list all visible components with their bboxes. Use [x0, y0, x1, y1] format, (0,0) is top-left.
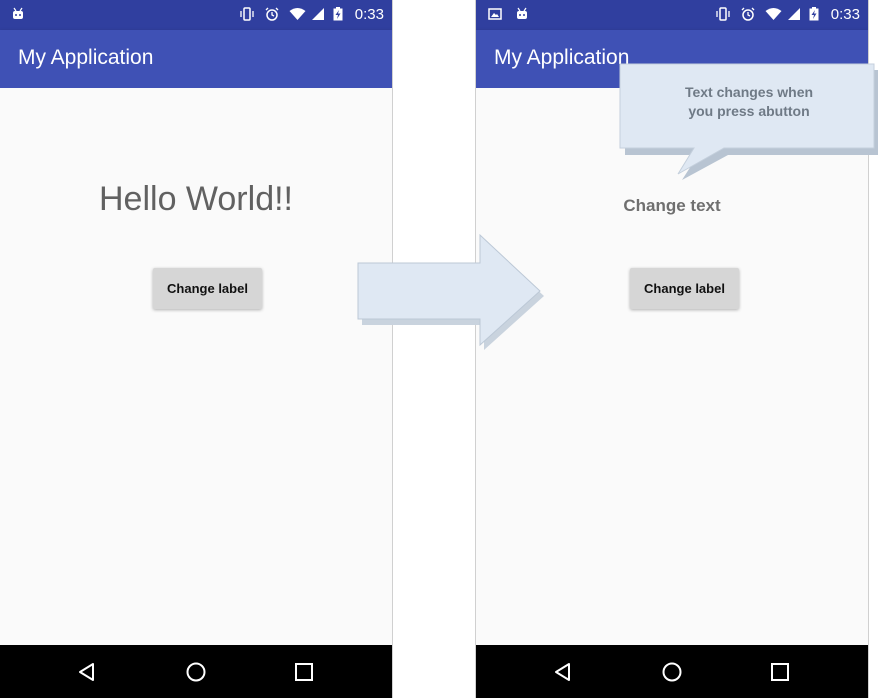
phone-screen-before: 0:33 My Application Hello World!! Change… [0, 0, 393, 698]
signal-icon [312, 8, 324, 20]
transition-arrow-icon [357, 233, 544, 350]
activity-content: Hello World!! Change label [0, 88, 392, 645]
change-label-button[interactable]: Change label [630, 268, 739, 309]
status-bar: 0:33 [0, 0, 392, 30]
wifi-icon [765, 8, 782, 20]
android-icon [13, 7, 23, 19]
alarm-icon [741, 7, 755, 21]
navigation-bar [476, 645, 868, 698]
status-bar: 0:33 [476, 0, 868, 30]
hello-text: Hello World!! [99, 180, 293, 218]
app-title: My Application [18, 46, 154, 69]
home-icon[interactable] [660, 660, 684, 684]
callout-line-1: Text changes when [684, 84, 814, 100]
vibrate-icon [240, 7, 254, 21]
vibrate-icon [716, 7, 730, 21]
home-icon[interactable] [184, 660, 208, 684]
recents-icon[interactable] [768, 660, 792, 684]
navigation-bar [0, 645, 392, 698]
callout-text: Text changes when you press abutton [628, 83, 870, 121]
callout-line-2: you press abutton [688, 103, 810, 119]
recents-icon[interactable] [292, 660, 316, 684]
back-icon[interactable] [75, 660, 99, 684]
status-time: 0:33 [354, 6, 384, 23]
signal-icon [788, 8, 800, 20]
change-label-button[interactable]: Change label [153, 268, 262, 309]
status-time: 0:33 [830, 6, 860, 23]
battery-charging-icon [333, 7, 343, 21]
callout-bubble [619, 63, 878, 180]
android-icon [517, 7, 527, 19]
app-bar: My Application [0, 30, 392, 88]
back-icon[interactable] [551, 660, 575, 684]
wifi-icon [289, 8, 306, 20]
alarm-icon [265, 7, 279, 21]
changed-text: Change text [623, 196, 721, 215]
app-title: My Application [494, 46, 630, 69]
image-icon [488, 8, 502, 20]
battery-charging-icon [809, 7, 819, 21]
